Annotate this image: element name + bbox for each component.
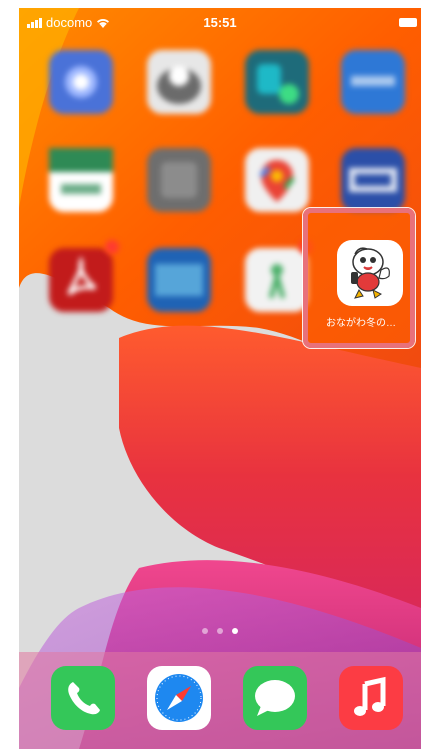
app-icon-6[interactable]	[147, 148, 211, 212]
page-indicator[interactable]	[19, 628, 421, 634]
blurred-app-icon	[268, 264, 286, 299]
page-dot-active	[232, 628, 238, 634]
app-icon-1[interactable]	[49, 50, 113, 114]
phone-screen: docomo 15:51 ​	[19, 8, 421, 749]
safari-app[interactable]	[147, 666, 211, 730]
app-icon-5[interactable]	[49, 148, 113, 212]
blurred-app-icon	[65, 66, 97, 98]
blurred-app-icon	[155, 264, 203, 296]
blurred-app-icon	[157, 66, 201, 104]
blurred-app-icon	[351, 76, 395, 86]
music-app[interactable]	[339, 666, 403, 730]
maps-app-icon	[259, 160, 295, 202]
safari-icon	[155, 674, 203, 722]
messages-icon	[255, 680, 295, 716]
app-icon-8[interactable]	[341, 148, 405, 212]
mascot-bird-icon	[351, 247, 390, 299]
blurred-app-icon	[257, 64, 299, 104]
app-icon-3[interactable]	[245, 50, 309, 114]
phone-icon	[68, 682, 100, 715]
page-dot	[202, 628, 208, 634]
dock	[19, 652, 421, 749]
app-icon-9[interactable]	[49, 248, 113, 312]
status-bar: docomo 15:51	[19, 8, 421, 36]
app-label-1: ​	[36, 120, 126, 130]
blurred-app-icon	[349, 168, 397, 192]
blurred-app-icon	[161, 162, 197, 198]
status-time: 15:51	[203, 15, 237, 30]
page-dot	[217, 628, 223, 634]
music-icon	[354, 676, 386, 716]
app-icon-11[interactable]	[245, 248, 309, 312]
messages-app[interactable]	[243, 666, 307, 730]
blurred-app-icon	[49, 148, 113, 194]
onagawa-app-label: おながわ冬の…	[326, 318, 396, 329]
phone-app[interactable]	[51, 666, 115, 730]
battery-icon	[399, 18, 417, 27]
onagawa-app-icon[interactable]	[337, 240, 403, 306]
app-icon-10[interactable]	[147, 248, 211, 312]
app-icon-2[interactable]	[147, 50, 211, 114]
app-icon-4[interactable]	[341, 50, 405, 114]
pdf-app-icon	[67, 255, 97, 296]
app-icon-7[interactable]	[245, 148, 309, 212]
notification-badge	[105, 240, 119, 254]
